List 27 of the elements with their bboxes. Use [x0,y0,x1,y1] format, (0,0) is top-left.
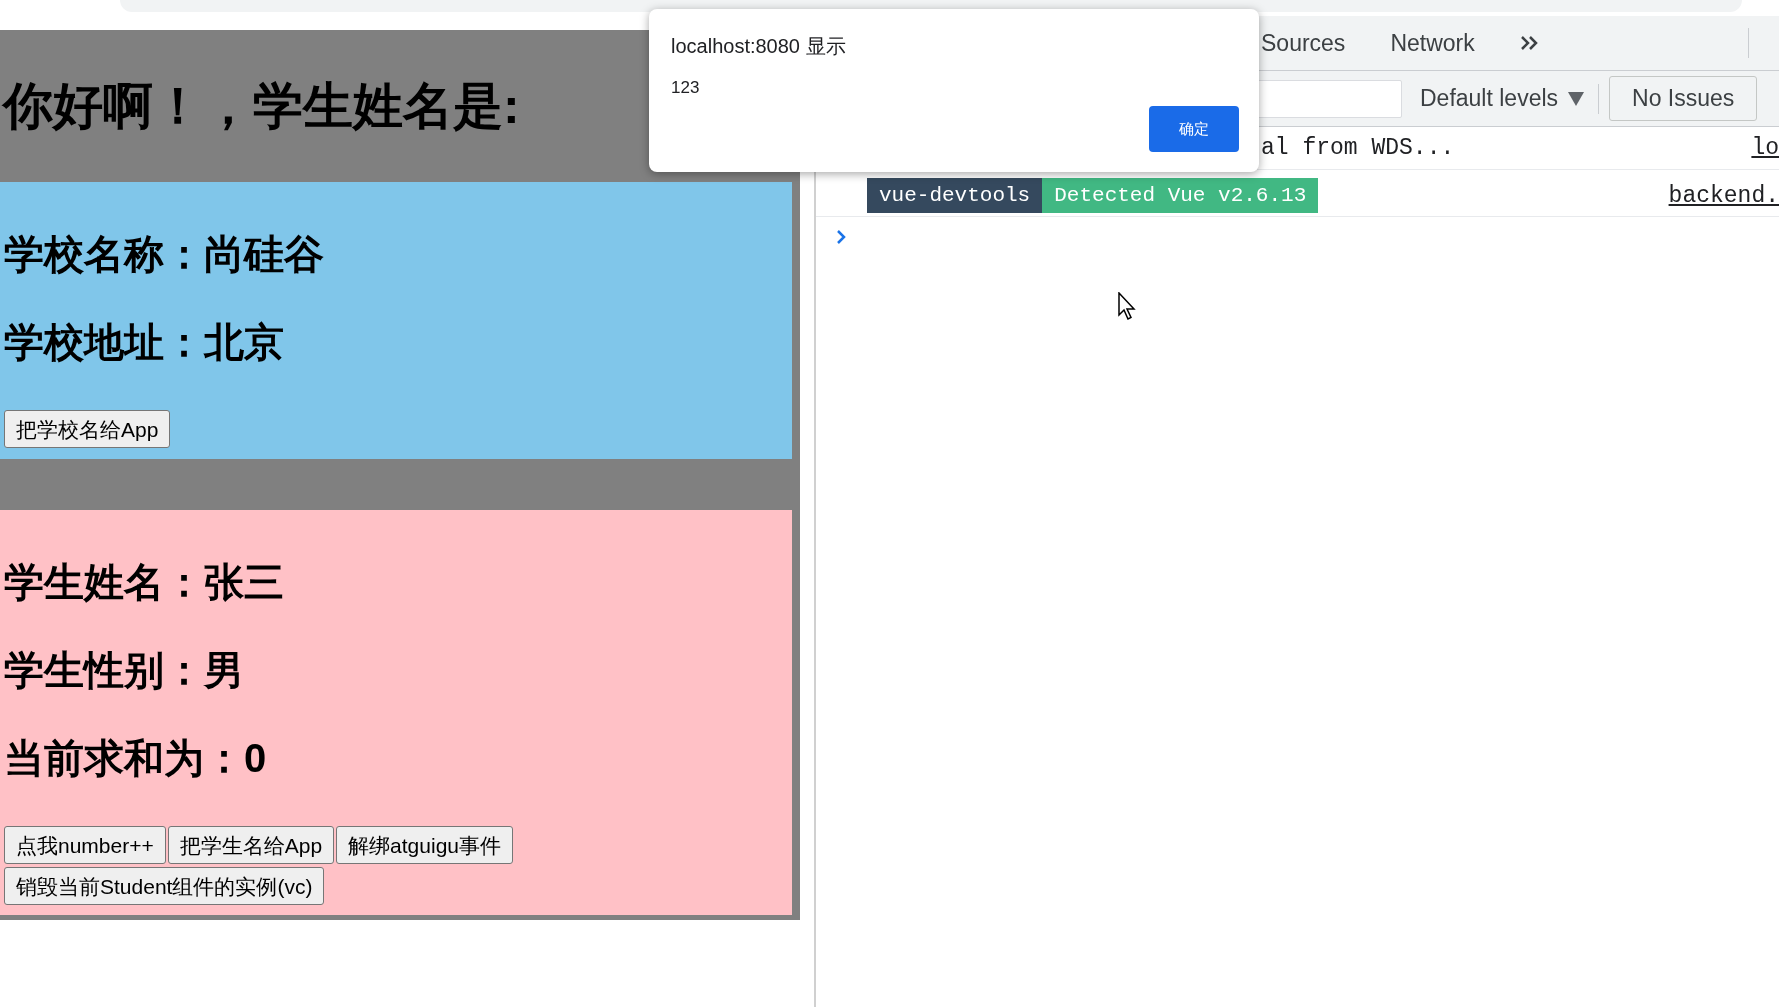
devtools-tab[interactable]: Sources [1261,25,1346,61]
info-line: 学生性别：男 [4,650,245,690]
console-badge: vue-devtools [867,177,1043,213]
dialog-message: 123 [671,77,701,99]
greeting-heading: 你好啊！，学生姓名是: [3,78,520,134]
issues-button[interactable]: No Issues [1609,76,1758,121]
more-tabs-icon[interactable] [1519,35,1538,51]
info-line: 学校名称：尚硅谷 [4,234,325,274]
console-message: al from WDS... [1261,133,1455,163]
info-line: 当前求和为：0 [4,738,268,778]
action-button[interactable]: 解绑atguigu事件 [336,826,513,864]
mouse-cursor-icon [1118,292,1136,320]
caret-icon [1568,91,1585,106]
devtools-tab[interactable]: Network [1390,25,1475,61]
ok-button[interactable]: 确定 [1149,106,1239,152]
console-badge: Detected Vue v2.6.13 [1042,177,1319,213]
prompt-chevron-icon [836,229,846,245]
source-link[interactable]: lo [1751,130,1779,166]
levels-dropdown[interactable]: Default levels [1420,81,1585,116]
action-button[interactable]: 把学生名给App [167,826,335,864]
action-button[interactable]: 销毁当前Student组件的实例(vc) [4,867,325,905]
dialog-title: localhost:8080 显示 [671,34,847,59]
info-line: 学校地址：北京 [4,322,285,362]
info-line: 学生姓名：张三 [4,562,285,602]
action-button[interactable]: 点我number++ [4,826,166,864]
source-link[interactable]: backend. [1668,178,1779,213]
action-button[interactable]: 把学校名给App [4,410,171,448]
